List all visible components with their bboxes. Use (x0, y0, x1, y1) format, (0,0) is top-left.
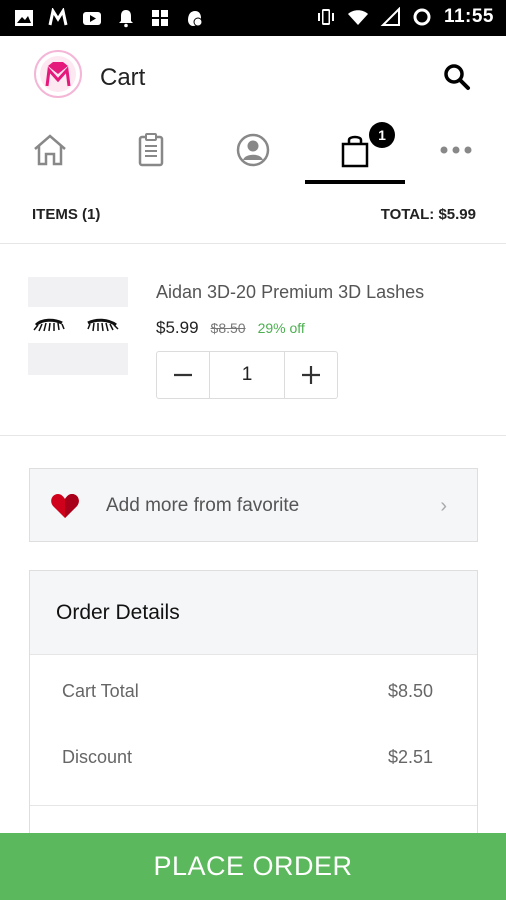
search-button[interactable] (442, 62, 472, 92)
order-divider (30, 805, 477, 806)
decrease-quantity-button[interactable] (157, 352, 209, 398)
heart-icon (51, 494, 79, 518)
order-details-heading: Order Details (56, 601, 180, 624)
search-icon (444, 64, 470, 90)
add-from-favorite-label: Add more from favorite (106, 495, 300, 516)
product-image-band (28, 307, 128, 343)
order-details-header: Order Details (30, 571, 477, 655)
product-price: $5.99 (156, 318, 199, 337)
discount-label: Discount (62, 747, 133, 767)
app-bar: Cart (0, 36, 506, 116)
cart-count-badge: 1 (369, 122, 395, 148)
place-order-button[interactable]: PLACE ORDER (0, 833, 506, 900)
product-image[interactable] (28, 277, 128, 375)
product-name[interactable]: Aidan 3D-20 Premium 3D Lashes (156, 282, 424, 303)
order-details-card: Order Details Cart Total $8.50 Discount … (29, 570, 478, 850)
more-icon (440, 146, 472, 154)
youtube-icon (83, 12, 101, 25)
brand-logo-icon (40, 56, 76, 92)
cart-total: TOTAL: $5.99 (380, 206, 476, 223)
add-from-favorite-row[interactable]: Add more from favorite › (29, 468, 478, 542)
tab-more[interactable] (406, 116, 506, 184)
product-discount: 29% off (257, 320, 305, 336)
status-clock: 11:55 (443, 6, 494, 27)
minus-icon (174, 373, 192, 377)
home-icon (34, 134, 66, 166)
vibrate-icon (317, 9, 334, 25)
quantity-value[interactable]: 1 (209, 352, 285, 398)
tab-account[interactable] (203, 116, 303, 184)
status-bar: 11:55 (0, 0, 506, 36)
tab-home[interactable] (0, 116, 100, 184)
quantity-stepper: 1 (156, 351, 338, 399)
signal-icon (380, 7, 400, 26)
price-row: $5.99 $8.50 29% off (156, 318, 305, 338)
tab-orders[interactable] (101, 116, 201, 184)
bell-icon (119, 10, 133, 28)
chevron-right-icon: › (440, 495, 447, 517)
m-app-icon (48, 8, 68, 26)
badge-app-icon (188, 11, 203, 27)
plus-icon (302, 366, 320, 384)
lashes-image (33, 318, 119, 332)
items-count: ITEMS (1) (32, 206, 101, 223)
cart-total-label: Cart Total (62, 681, 139, 701)
cart-total-value: $8.50 (387, 681, 433, 701)
order-row-discount: Discount $2.51 (30, 747, 477, 787)
page-title: Cart (100, 64, 146, 91)
brand-logo[interactable] (34, 50, 82, 98)
image-icon (15, 10, 33, 26)
tab-bar: 1 (0, 116, 506, 184)
clipboard-icon (138, 133, 164, 167)
wifi-icon (347, 10, 368, 25)
product-old-price: $8.50 (210, 320, 246, 336)
tab-cart[interactable]: 1 (305, 116, 405, 184)
cart-item: Aidan 3D-20 Premium 3D Lashes $5.99 $8.5… (0, 244, 506, 436)
increase-quantity-button[interactable] (285, 352, 337, 398)
user-icon (236, 133, 270, 167)
sync-icon (413, 8, 431, 26)
discount-value: $2.51 (387, 747, 433, 767)
cart-summary: ITEMS (1) TOTAL: $5.99 (0, 184, 506, 244)
order-row-cart-total: Cart Total $8.50 (30, 681, 477, 721)
grid-icon (152, 10, 168, 26)
